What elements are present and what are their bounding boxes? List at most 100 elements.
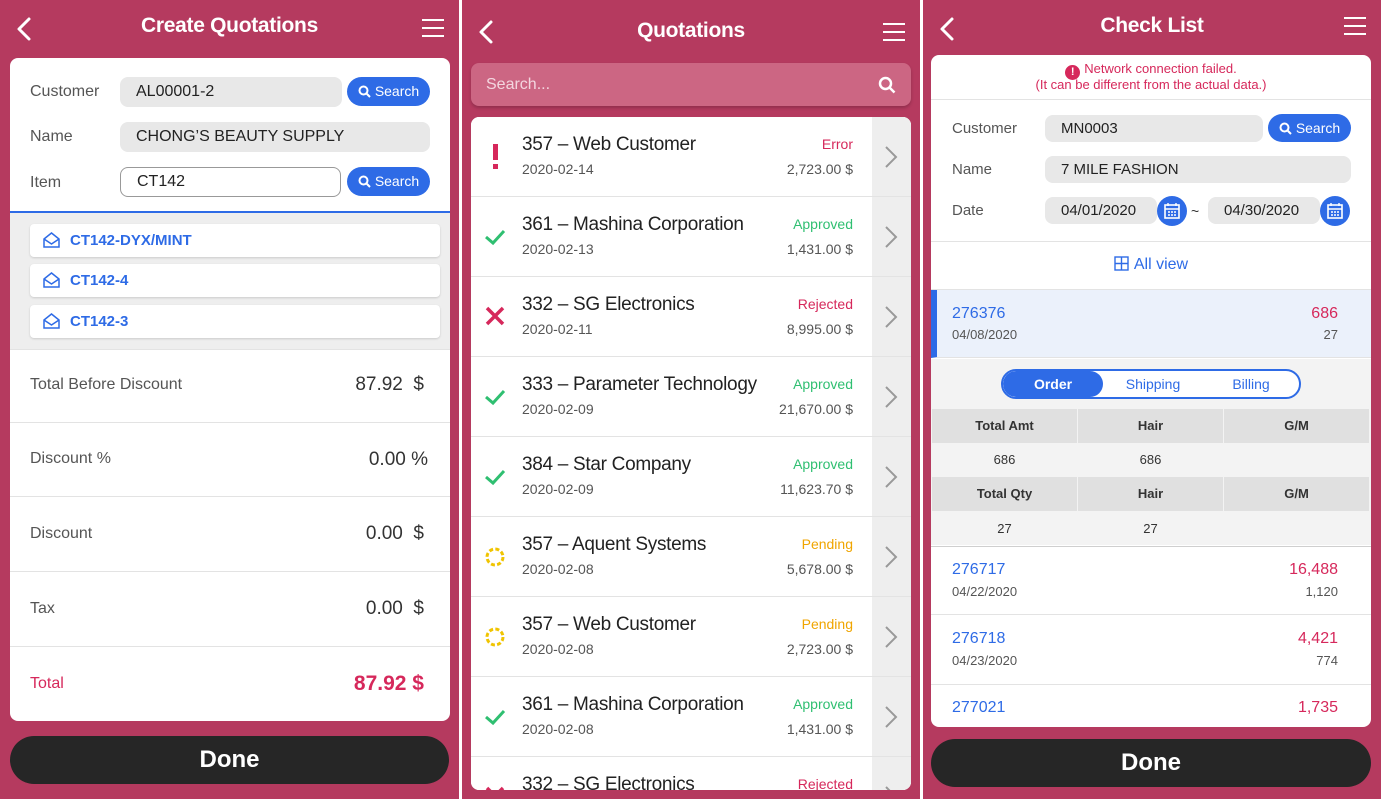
order-qty: 1,120 bbox=[1305, 584, 1338, 599]
order-row-selected[interactable]: 276376 04/08/2020 686 27 bbox=[931, 290, 1371, 358]
page-title: Quotations bbox=[637, 19, 745, 42]
item-input[interactable]: CT142 bbox=[120, 167, 341, 197]
quotation-row[interactable]: 384 – Star Company 2020-02-09 Approved 11,6… bbox=[471, 437, 911, 517]
menu-icon[interactable] bbox=[421, 18, 445, 38]
quotation-list: 357 – Web Customer 2020-02-14 Error 2,723.0… bbox=[471, 117, 911, 790]
order-row[interactable]: 276718 04/23/2020 4,421 774 bbox=[931, 615, 1371, 685]
discount-value[interactable]: 0.00 $ bbox=[366, 523, 424, 545]
quotation-date: 2020-02-09 bbox=[522, 401, 594, 417]
package-icon bbox=[43, 232, 60, 248]
header: Quotations bbox=[462, 0, 920, 56]
order-qty: 27 bbox=[1323, 327, 1338, 342]
discount-percent-label: Discount % bbox=[30, 450, 111, 467]
search-icon[interactable] bbox=[878, 76, 896, 94]
quotation-name: 357 – Aquent Systems bbox=[522, 534, 707, 555]
x-icon bbox=[483, 783, 507, 790]
quotation-row[interactable]: 357 – Web Customer 2020-02-14 Error 2,723.0… bbox=[471, 117, 911, 197]
status-badge: Approved bbox=[793, 456, 853, 472]
chevron-right-icon[interactable] bbox=[872, 677, 911, 756]
header: Create Quotations bbox=[0, 0, 459, 56]
quotation-row[interactable]: 361 – Mashina Corporation 2020-02-08 Appro… bbox=[471, 677, 911, 757]
status-badge: Pending bbox=[801, 616, 853, 632]
calendar-icon[interactable] bbox=[1157, 196, 1187, 226]
create-quotations-screen: Create Quotations Customer AL00001-2 Sea… bbox=[0, 0, 459, 799]
detail-tabs: Order Shipping Billing bbox=[1001, 369, 1301, 399]
suggestion-label: CT142-3 bbox=[70, 313, 129, 330]
total-before-discount-label: Total Before Discount bbox=[30, 376, 183, 393]
search-bar[interactable]: Search... bbox=[471, 63, 911, 106]
date-to-field[interactable]: 04/30/2020 bbox=[1208, 197, 1320, 224]
quotation-row[interactable]: 361 – Mashina Corporation 2020-02-13 Appro… bbox=[471, 197, 911, 277]
chevron-right-icon[interactable] bbox=[872, 437, 911, 516]
table-header-cell: Total Amt bbox=[932, 409, 1077, 443]
divider bbox=[931, 241, 1371, 242]
table-header-cell: Hair bbox=[1078, 477, 1223, 511]
quotation-row[interactable]: 332 – SG Electronics Rejected bbox=[471, 757, 911, 790]
status-badge: Rejected bbox=[797, 296, 853, 312]
tab-shipping[interactable]: Shipping bbox=[1103, 371, 1203, 397]
done-button[interactable]: Done bbox=[10, 736, 449, 784]
order-row[interactable]: 277021 1,735 bbox=[931, 685, 1371, 727]
tab-billing[interactable]: Billing bbox=[1203, 371, 1299, 397]
quotation-name: 384 – Star Company bbox=[522, 454, 691, 475]
chevron-right-icon[interactable] bbox=[872, 597, 911, 676]
quotation-date: 2020-02-08 bbox=[522, 721, 594, 737]
order-date: 04/23/2020 bbox=[952, 653, 1018, 668]
quotation-amount: 2,723.00 $ bbox=[786, 641, 853, 657]
chevron-right-icon[interactable] bbox=[872, 277, 911, 356]
pending-icon bbox=[483, 623, 507, 649]
suggestion-item[interactable]: CT142-3 bbox=[30, 305, 440, 338]
total-row: Total 87.92 $ bbox=[10, 646, 450, 721]
name-field: 7 MILE FASHION bbox=[1045, 156, 1351, 183]
quotation-amount: 21,670.00 $ bbox=[779, 401, 853, 417]
order-row[interactable]: 276717 04/22/2020 16,488 1,120 bbox=[931, 546, 1371, 615]
check-icon bbox=[483, 383, 507, 409]
customer-field[interactable]: AL00001-2 bbox=[120, 77, 342, 107]
chevron-right-icon[interactable] bbox=[872, 517, 911, 596]
date-from-field[interactable]: 04/01/2020 bbox=[1045, 197, 1157, 224]
quotation-row[interactable]: 357 – Web Customer 2020-02-08 Pending 2,723… bbox=[471, 597, 911, 677]
customer-search-button[interactable]: Search bbox=[347, 77, 430, 106]
quotation-amount: 2,723.00 $ bbox=[786, 161, 853, 177]
quotation-row[interactable]: 333 – Parameter Technology 2020-02-09 Appr… bbox=[471, 357, 911, 437]
table-header-cell: Hair bbox=[1078, 409, 1223, 443]
quotation-row[interactable]: 357 – Aquent Systems 2020-02-08 Pending 5,6… bbox=[471, 517, 911, 597]
chevron-right-icon[interactable] bbox=[872, 357, 911, 436]
quotation-date: 2020-02-14 bbox=[522, 161, 594, 177]
search-button-label: Search bbox=[374, 173, 420, 189]
customer-search-button[interactable]: Search bbox=[1268, 114, 1351, 142]
table-header-cell: G/M bbox=[1224, 477, 1369, 511]
menu-icon[interactable] bbox=[1343, 16, 1367, 36]
search-icon bbox=[1279, 122, 1292, 135]
quotation-name: 357 – Web Customer bbox=[522, 614, 696, 635]
total-before-discount-value: 87.92 $ bbox=[355, 374, 424, 395]
menu-icon[interactable] bbox=[882, 22, 906, 42]
quotation-date: 2020-02-13 bbox=[522, 241, 594, 257]
discount-percent-value[interactable]: 0.00 % bbox=[369, 449, 428, 471]
tab-order[interactable]: Order bbox=[1003, 371, 1103, 397]
customer-field[interactable]: MN0003 bbox=[1045, 115, 1263, 142]
suggestion-item[interactable]: CT142-4 bbox=[30, 264, 440, 297]
discount-percent-row: Discount % 0.00 % bbox=[10, 422, 450, 496]
divider bbox=[931, 99, 1371, 100]
error-line-1: Network connection failed. bbox=[1084, 61, 1237, 76]
calendar-icon[interactable] bbox=[1320, 196, 1350, 226]
chevron-right-icon[interactable] bbox=[872, 197, 911, 276]
chevron-right-icon[interactable] bbox=[872, 757, 911, 790]
tax-row: Tax 0.00 $ bbox=[10, 571, 450, 646]
quotation-amount: 5,678.00 $ bbox=[786, 561, 853, 577]
package-icon bbox=[43, 272, 60, 288]
error-line-2: (It can be different from the actual dat… bbox=[1035, 77, 1267, 92]
all-view-button[interactable]: All view bbox=[931, 256, 1371, 274]
done-button[interactable]: Done bbox=[931, 739, 1371, 787]
package-icon bbox=[43, 313, 60, 329]
table-cell: 686 bbox=[932, 444, 1077, 476]
quotation-amount: 1,431.00 $ bbox=[786, 241, 853, 257]
quotation-date: 2020-02-09 bbox=[522, 481, 594, 497]
discount-row: Discount 0.00 $ bbox=[10, 496, 450, 571]
quotation-row[interactable]: 332 – SG Electronics 2020-02-11 Rejected 8,… bbox=[471, 277, 911, 357]
item-search-button[interactable]: Search bbox=[347, 167, 430, 196]
suggestion-item[interactable]: CT142-DYX/MINT bbox=[30, 224, 440, 257]
chevron-right-icon[interactable] bbox=[872, 117, 911, 196]
total-label: Total bbox=[30, 675, 64, 692]
